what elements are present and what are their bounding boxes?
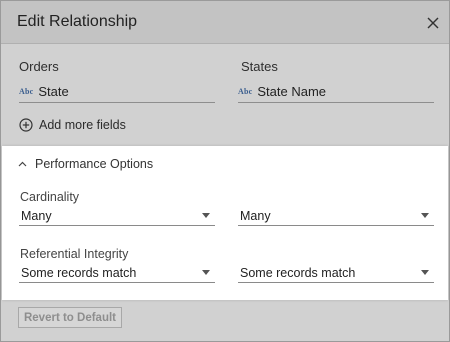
string-type-icon: Abc — [238, 87, 253, 96]
dropdown-arrow-icon — [421, 213, 429, 218]
cardinality-label: Cardinality — [20, 190, 80, 204]
integrity-right-select[interactable]: Some records match — [238, 263, 434, 283]
dialog-title: Edit Relationship — [17, 13, 138, 30]
integrity-left-value: Some records match — [21, 265, 137, 280]
dropdown-arrow-icon — [421, 270, 429, 275]
performance-options-label: Performance Options — [35, 157, 154, 171]
referential-integrity-label: Referential Integrity — [20, 247, 129, 261]
cardinality-left-value: Many — [21, 208, 52, 223]
dropdown-arrow-icon — [202, 213, 210, 218]
plus-circle-icon — [19, 118, 33, 132]
dialog-titlebar: Edit Relationship — [1, 1, 449, 44]
right-table-label: States — [241, 59, 278, 74]
string-type-icon: Abc — [19, 87, 34, 96]
cardinality-right-value: Many — [240, 208, 271, 223]
performance-options-toggle[interactable]: Performance Options — [18, 156, 153, 172]
left-field-selector[interactable]: Abc State — [19, 81, 215, 103]
add-more-fields-label: Add more fields — [39, 118, 126, 132]
integrity-right-value: Some records match — [240, 265, 356, 280]
chevron-up-icon — [18, 161, 27, 167]
performance-options-panel: Performance Options Cardinality Many Man… — [2, 146, 448, 300]
dropdown-arrow-icon — [202, 270, 210, 275]
left-field-name: State — [38, 84, 69, 99]
integrity-left-select[interactable]: Some records match — [19, 263, 215, 283]
right-field-name: State Name — [257, 84, 327, 99]
close-icon[interactable] — [422, 12, 444, 34]
edit-relationship-dialog: Edit Relationship Orders States Abc Stat… — [0, 0, 450, 342]
revert-to-default-button[interactable]: Revert to Default — [18, 307, 122, 328]
cardinality-left-select[interactable]: Many — [19, 206, 215, 226]
right-field-selector[interactable]: Abc State Name — [238, 81, 434, 103]
left-table-label: Orders — [19, 59, 59, 74]
cardinality-right-select[interactable]: Many — [238, 206, 434, 226]
add-more-fields-button[interactable]: Add more fields — [19, 116, 126, 134]
